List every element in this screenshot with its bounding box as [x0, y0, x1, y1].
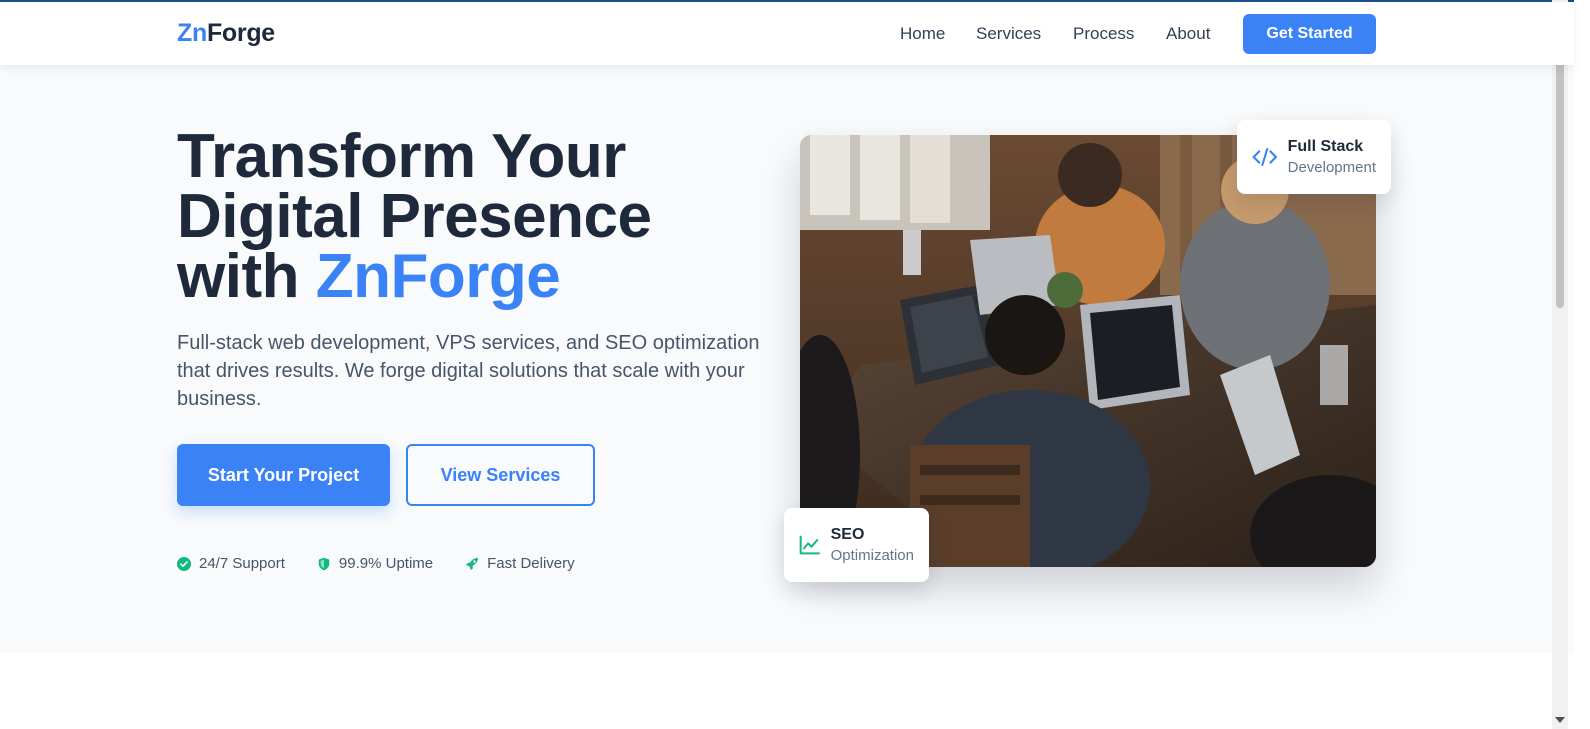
shield-icon: [318, 557, 330, 570]
team-working-photo: [800, 135, 1376, 567]
hero-section: Transform Your Digital Presence with ZnF…: [0, 65, 1574, 653]
nav-link-process[interactable]: Process: [1073, 24, 1134, 44]
check-circle-icon: [177, 556, 191, 571]
nav-link-home[interactable]: Home: [900, 24, 945, 44]
card-title: Full Stack: [1287, 138, 1364, 155]
nav-link-about[interactable]: About: [1166, 24, 1210, 44]
card-title: SEO: [830, 526, 865, 543]
hero-headline: Transform Your Digital Presence with ZnF…: [177, 126, 797, 308]
feature-list: 24/7 Support 99.9% Uptime Fast Delivery: [177, 555, 575, 572]
scroll-down-arrow-icon[interactable]: [1555, 717, 1565, 723]
feature-uptime: 99.9% Uptime: [317, 555, 433, 572]
feature-label: Fast Delivery: [487, 555, 575, 572]
feature-support: 24/7 Support: [177, 555, 285, 572]
hero-image: [800, 135, 1376, 567]
seo-card: SEO Optimization: [784, 508, 929, 582]
headline-line-3-prefix: with: [177, 242, 316, 311]
chart-line-icon: [799, 535, 820, 555]
get-started-button[interactable]: Get Started: [1243, 14, 1376, 54]
logo[interactable]: ZnForge: [177, 19, 275, 48]
navbar: ZnForge Home Services Process About Get …: [0, 2, 1574, 65]
headline-accent: ZnForge: [315, 242, 561, 311]
nav-link-services[interactable]: Services: [976, 24, 1041, 44]
feature-label: 99.9% Uptime: [338, 555, 434, 572]
hero-subtext: Full-stack web development, VPS services…: [177, 332, 760, 410]
code-icon: [1252, 147, 1278, 167]
view-services-button[interactable]: View Services: [406, 444, 595, 506]
headline-line-1: Transform Your: [177, 122, 626, 191]
page-scrollbar[interactable]: [1552, 0, 1568, 729]
headline-line-2: Digital Presence: [177, 182, 652, 251]
start-project-button[interactable]: Start Your Project: [177, 444, 390, 506]
feature-delivery: Fast Delivery: [465, 555, 575, 572]
card-subtitle: Development: [1287, 159, 1376, 176]
feature-label: 24/7 Support: [199, 555, 285, 572]
logo-text: Forge: [206, 19, 275, 47]
rocket-icon: [466, 557, 479, 570]
fullstack-card: Full Stack Development: [1237, 120, 1391, 194]
logo-accent: Zn: [177, 19, 207, 47]
card-subtitle: Optimization: [830, 547, 914, 564]
